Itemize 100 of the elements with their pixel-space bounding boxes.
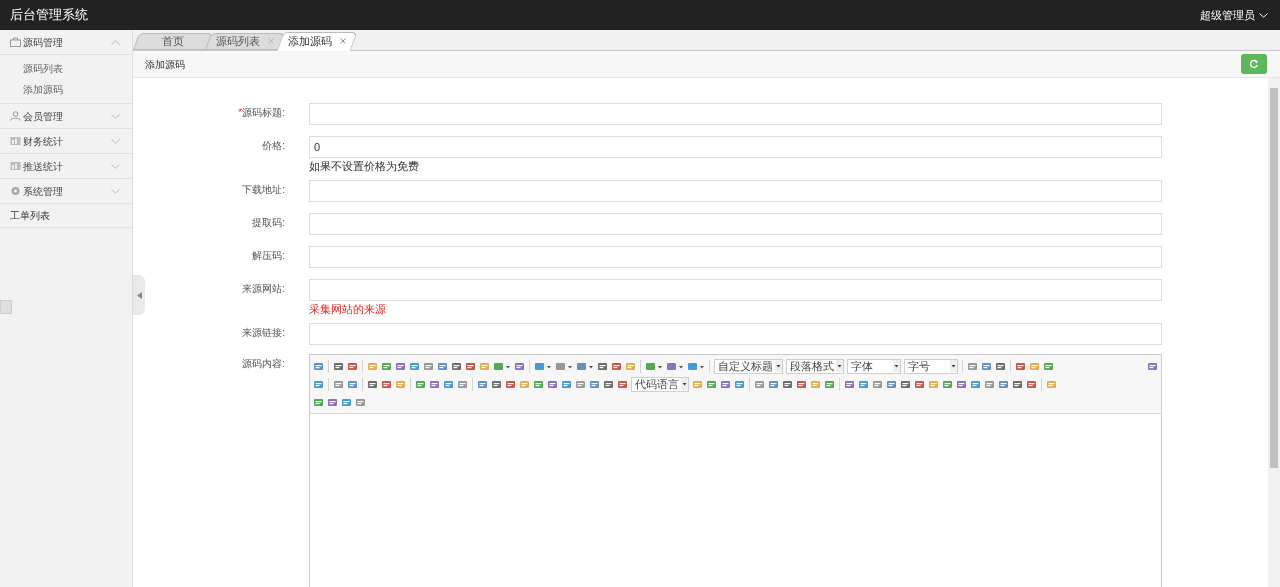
close-icon[interactable]: [340, 38, 346, 45]
toolbar-dropdown[interactable]: 代码语言: [631, 376, 689, 392]
toolbar-icon[interactable]: [477, 378, 488, 390]
toolbar-icon[interactable]: [844, 378, 855, 390]
toolbar-icon[interactable]: [824, 378, 835, 390]
toolbar-icon[interactable]: [381, 360, 392, 372]
menu-group[interactable]: 推送统计: [0, 154, 132, 179]
toolbar-icon[interactable]: [967, 360, 978, 372]
toolbar-icon[interactable]: [995, 360, 1006, 372]
user-menu[interactable]: 超级管理员: [1200, 6, 1268, 24]
input-field[interactable]: [309, 213, 1162, 235]
scrollbar[interactable]: [1268, 78, 1280, 587]
toolbar-icon[interactable]: [381, 378, 392, 390]
toolbar-icon[interactable]: [956, 378, 967, 390]
error-text: 采集网站的来源: [309, 302, 386, 316]
toolbar-icon[interactable]: [514, 360, 525, 372]
toolbar-icon[interactable]: [347, 378, 358, 390]
input-field[interactable]: 0: [309, 136, 1162, 158]
toolbar-icon[interactable]: [1026, 378, 1037, 390]
toolbar-icon[interactable]: [942, 378, 953, 390]
toolbar-icon[interactable]: [900, 378, 911, 390]
toolbar-icon[interactable]: [1147, 360, 1158, 372]
toolbar-icon[interactable]: [561, 378, 572, 390]
toolbar-icon[interactable]: [754, 378, 765, 390]
toolbar-icon[interactable]: [313, 378, 324, 390]
dropdown-tool-icon[interactable]: [534, 360, 552, 372]
input-field[interactable]: [309, 103, 1162, 125]
dropdown-tool-icon[interactable]: [493, 360, 511, 372]
dropdown-tool-icon[interactable]: [666, 360, 684, 372]
toolbar-dropdown[interactable]: 字号: [904, 358, 958, 374]
collapse-handle[interactable]: [133, 275, 145, 315]
refresh-button[interactable]: [1241, 54, 1267, 74]
input-field[interactable]: [309, 180, 1162, 202]
toolbar-icon[interactable]: [367, 378, 378, 390]
toolbar-icon[interactable]: [706, 378, 717, 390]
toolbar-icon[interactable]: [1015, 360, 1026, 372]
toolbar-icon[interactable]: [415, 378, 426, 390]
toolbar-icon[interactable]: [547, 378, 558, 390]
toolbar-icon[interactable]: [998, 378, 1009, 390]
menu-group[interactable]: 源码管理: [0, 30, 132, 55]
toolbar-icon[interactable]: [768, 378, 779, 390]
toolbar-icon[interactable]: [796, 378, 807, 390]
input-field[interactable]: [309, 279, 1162, 301]
toolbar-icon[interactable]: [491, 378, 502, 390]
toolbar-icon[interactable]: [734, 378, 745, 390]
toolbar-dropdown[interactable]: 字体: [847, 358, 901, 374]
toolbar-icon[interactable]: [533, 378, 544, 390]
caret-down-icon: [893, 360, 900, 372]
toolbar-dropdown[interactable]: 自定义标题: [714, 358, 783, 374]
toolbar-icon[interactable]: [505, 378, 516, 390]
input-field[interactable]: [309, 246, 1162, 268]
toolbar-icon[interactable]: [313, 360, 324, 372]
toolbar-icon[interactable]: [333, 378, 344, 390]
toolbar-icon[interactable]: [451, 360, 462, 372]
toolbar-icon[interactable]: [858, 378, 869, 390]
toolbar-dropdown[interactable]: 段落格式: [786, 358, 844, 374]
toolbar-icon[interactable]: [429, 378, 440, 390]
menu-item[interactable]: 工单列表: [0, 204, 132, 228]
menu-group[interactable]: 财务统计: [0, 129, 132, 154]
toolbar-icon[interactable]: [611, 360, 622, 372]
caret-left-icon: [136, 291, 142, 299]
toolbar-icon[interactable]: [333, 360, 344, 372]
dropdown-tool-icon[interactable]: [645, 360, 663, 372]
toolbar-icon[interactable]: [603, 378, 614, 390]
toolbar-icon[interactable]: [355, 396, 366, 408]
toolbar-icon[interactable]: [423, 360, 434, 372]
toolbar-icon[interactable]: [437, 360, 448, 372]
toolbar-icon[interactable]: [347, 360, 358, 372]
toolbar-icon[interactable]: [457, 378, 468, 390]
toolbar-icon[interactable]: [465, 360, 476, 372]
menu-group[interactable]: 系统管理: [0, 179, 132, 204]
toolbar-icon[interactable]: [597, 360, 608, 372]
toolbar-icon[interactable]: [872, 378, 883, 390]
toolbar-icon[interactable]: [1043, 360, 1054, 372]
toolbar-icon[interactable]: [981, 360, 992, 372]
dropdown-tool-icon[interactable]: [555, 360, 573, 372]
toolbar-icon[interactable]: [589, 378, 600, 390]
submenu-item[interactable]: 源码列表: [0, 58, 132, 79]
toolbar-icon[interactable]: [1012, 378, 1023, 390]
tab[interactable]: 添加源码: [276, 32, 358, 51]
toolbar-icon[interactable]: [984, 378, 995, 390]
toolbar-icon[interactable]: [720, 378, 731, 390]
toolbar-icon[interactable]: [313, 396, 324, 408]
toolbar-icon[interactable]: [886, 378, 897, 390]
toolbar-icon[interactable]: [327, 396, 338, 408]
rich-text-editor[interactable]: 自定义标题 段落格式 字体 字号 代码语言: [309, 354, 1162, 587]
submenu-item[interactable]: 添加源码: [0, 79, 132, 100]
dropdown-tool-icon[interactable]: [687, 360, 705, 372]
dropdown-tool-icon[interactable]: [576, 360, 594, 372]
toolbar-icon[interactable]: [575, 378, 586, 390]
toolbar-icon[interactable]: [409, 360, 420, 372]
toolbar-icon[interactable]: [782, 378, 793, 390]
menu-group[interactable]: 会员管理: [0, 104, 132, 129]
toolbar-icon[interactable]: [443, 378, 454, 390]
toolbar-icon[interactable]: [395, 360, 406, 372]
input-field[interactable]: [309, 323, 1162, 345]
toolbar-icon[interactable]: [914, 378, 925, 390]
toolbar-icon[interactable]: [341, 396, 352, 408]
toolbar-icon[interactable]: [970, 378, 981, 390]
toolbar-icon[interactable]: [617, 378, 628, 390]
